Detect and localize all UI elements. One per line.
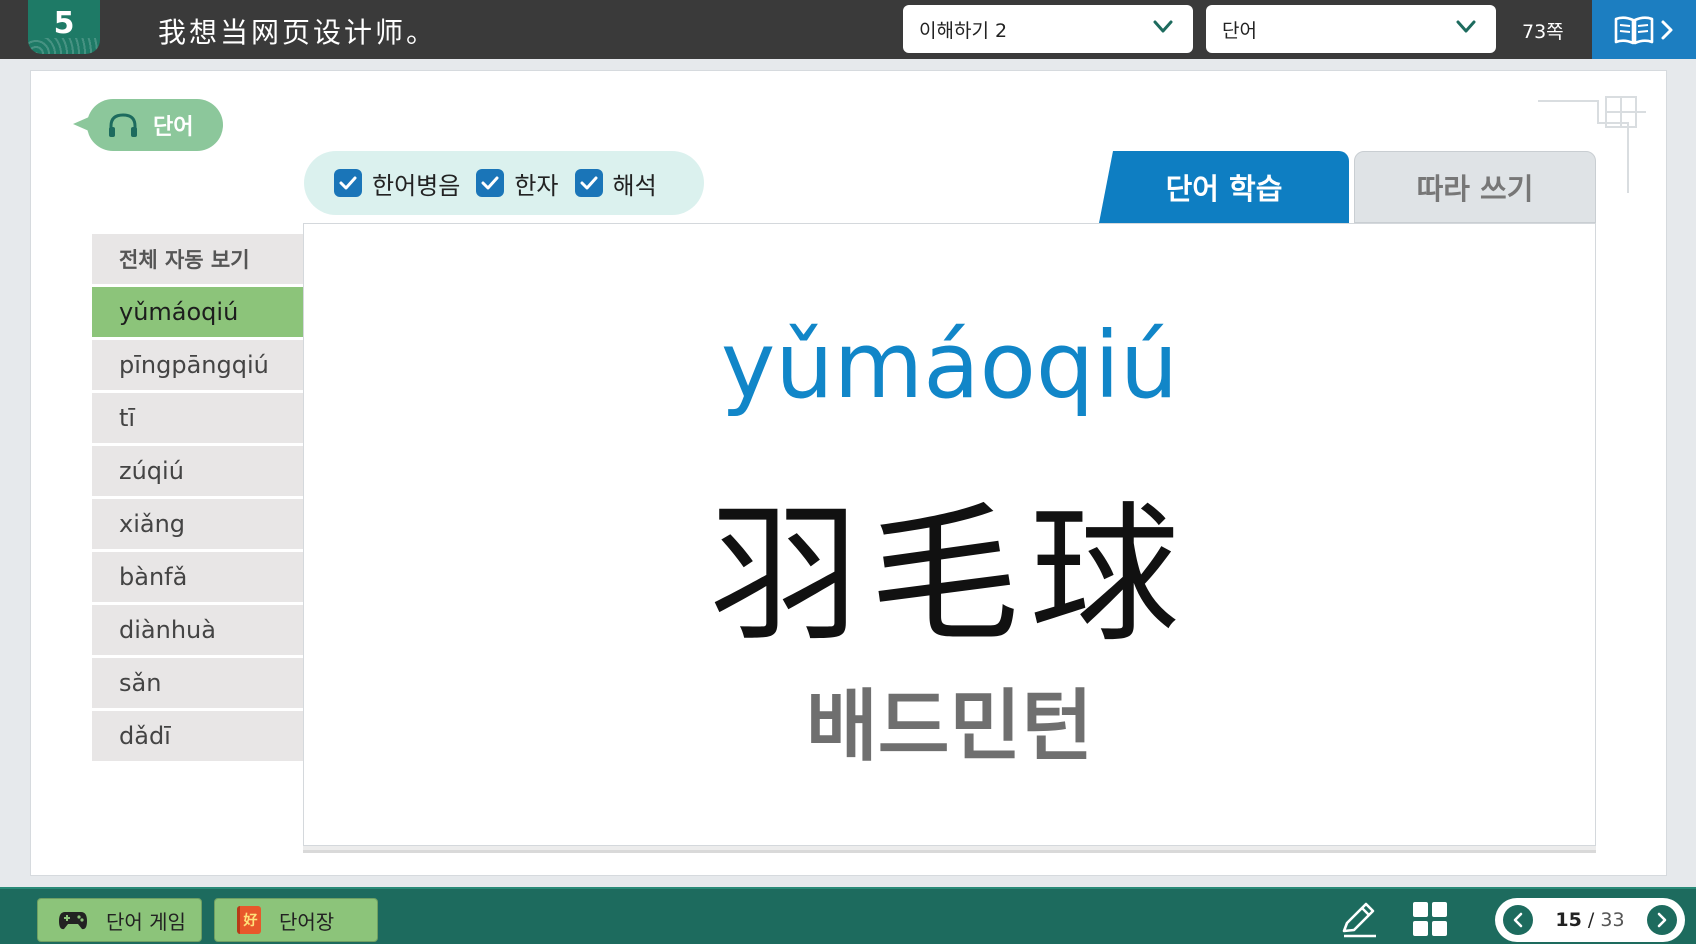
next-page-button[interactable] — [1646, 905, 1677, 935]
word-card: yǔmáoqiú 羽毛球 배드민턴 — [303, 223, 1596, 846]
vocab-book-icon: 好 — [237, 906, 261, 934]
main-panel: 단어 한어병음 한자 해석 단어 학습 따라 쓰기 전체 자동 보기 yǔmáo… — [30, 70, 1667, 876]
prev-page-button[interactable] — [1503, 905, 1533, 935]
gamepad-icon — [59, 912, 87, 930]
chevron-down-icon — [1153, 20, 1173, 33]
page-total: 33 — [1600, 909, 1625, 931]
checkbox-checked-icon — [334, 169, 362, 197]
book-icon — [1614, 15, 1654, 44]
word-list-item[interactable]: bànfǎ — [92, 552, 304, 602]
page-navigator: 15 / 33 — [1495, 898, 1685, 942]
word-game-button[interactable]: 단어 게임 — [37, 898, 202, 942]
vocab-book-icon-char: 好 — [243, 913, 258, 929]
auto-view-button[interactable]: 전체 자동 보기 — [92, 234, 304, 284]
vocab-book-button[interactable]: 好 단어장 — [214, 898, 378, 942]
toggle-label: 해석 — [612, 171, 657, 200]
card-pinyin: yǔmáoqiú — [720, 312, 1179, 419]
mode-select-value: 단어 — [1222, 19, 1257, 42]
toggle-label: 한어병음 — [372, 171, 461, 200]
word-game-label: 단어 게임 — [106, 909, 186, 934]
checkbox-checked-icon — [574, 169, 603, 197]
lesson-number: 5 — [53, 6, 75, 41]
toggle-pinyin[interactable]: 한어병음 — [334, 166, 460, 201]
mode-select[interactable]: 단어 — [1206, 5, 1496, 53]
word-list-item[interactable]: diànhuà — [92, 605, 304, 655]
section-select-value: 이해하기 2 — [919, 19, 1008, 42]
word-list-item[interactable]: zúqiú — [92, 446, 304, 496]
word-list: 전체 자동 보기 yǔmáoqiú pīngpāngqiú tī zúqiú x… — [92, 234, 304, 764]
word-list-item[interactable]: tī — [92, 393, 304, 443]
word-list-item[interactable]: sǎn — [92, 658, 304, 708]
section-select[interactable]: 이해하기 2 — [903, 5, 1193, 53]
chevron-right-icon — [1657, 912, 1667, 928]
word-list-item[interactable]: yǔmáoqiú — [92, 287, 304, 337]
checkbox-checked-icon — [476, 169, 505, 197]
tab-word-study[interactable]: 단어 학습 — [1099, 151, 1349, 223]
chevron-right-icon — [1661, 20, 1673, 39]
page-separator: / — [1587, 909, 1595, 931]
pencil-icon[interactable] — [1338, 901, 1378, 939]
word-list-item[interactable]: xiǎng — [92, 499, 304, 549]
page-current: 15 — [1555, 909, 1582, 931]
top-bar: 5 我想当网页设计师。 이해하기 2 단어 73쪽 — [0, 0, 1696, 59]
word-list-item[interactable]: dǎdī — [92, 711, 304, 761]
grid-menu-icon[interactable] — [1412, 901, 1448, 937]
toggle-hanzi[interactable]: 한자 — [476, 166, 559, 201]
page-label: 73쪽 — [1522, 21, 1564, 43]
bottom-bar: 단어 게임 好 단어장 15 / 33 — [0, 887, 1696, 944]
vocab-book-label: 단어장 — [279, 909, 335, 934]
lesson-title: 我想当网页设计师。 — [158, 16, 438, 49]
section-pill: 단어 — [73, 99, 223, 151]
section-pill-label: 단어 — [153, 115, 194, 140]
toggle-meaning[interactable]: 해석 — [574, 166, 657, 201]
textbook-button[interactable] — [1592, 0, 1696, 59]
tab-copy-writing[interactable]: 따라 쓰기 — [1354, 151, 1596, 223]
word-list-item[interactable]: pīngpāngqiú — [92, 340, 304, 390]
card-meaning: 배드민턴 — [805, 682, 1094, 772]
headphones-icon — [109, 113, 137, 137]
toggle-label: 한자 — [514, 171, 559, 200]
lesson-number-badge: 5 — [28, 0, 100, 54]
chevron-down-icon — [1456, 20, 1476, 33]
display-toggles: 한어병음 한자 해석 — [304, 151, 704, 215]
card-hanzi: 羽毛球 — [709, 489, 1190, 663]
page-indicator: 15 / 33 — [1555, 909, 1624, 931]
chevron-left-icon — [1513, 912, 1523, 928]
